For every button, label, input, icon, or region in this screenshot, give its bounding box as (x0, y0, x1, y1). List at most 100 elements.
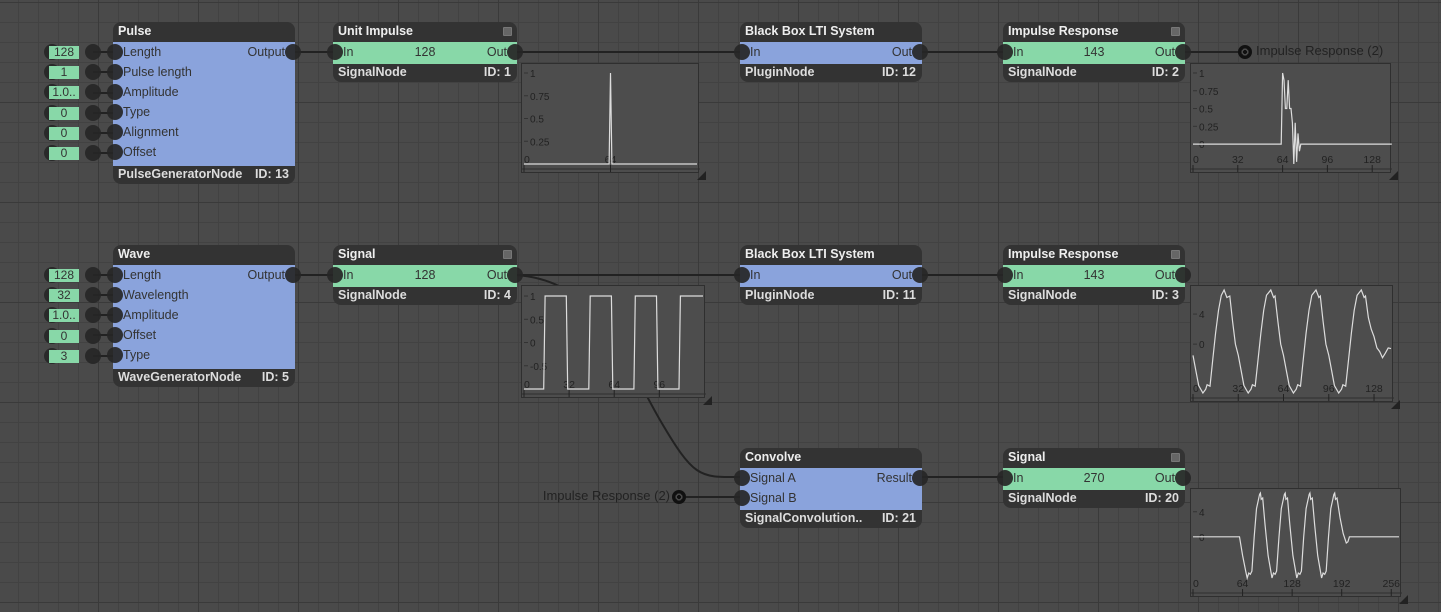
input-port[interactable] (107, 64, 123, 80)
node-footer: SignalNode ID: 2 (1003, 64, 1185, 82)
resize-handle-icon[interactable] (1391, 400, 1400, 409)
output-port[interactable] (912, 470, 928, 486)
node-impulse-response[interactable]: Impulse Response In 143 Out SignalNode ID: 3 (997, 245, 1191, 305)
output-port[interactable] (1175, 267, 1191, 283)
node-title-bar[interactable]: Signal (1003, 448, 1185, 468)
node-footer: SignalNode ID: 3 (1003, 287, 1185, 305)
input-port[interactable] (107, 144, 123, 160)
output-port[interactable] (285, 267, 301, 283)
output-port[interactable] (912, 44, 928, 60)
resize-handle-icon[interactable] (697, 171, 706, 180)
minimize-icon[interactable] (1171, 27, 1180, 36)
signal-plot: 0 4 0 32 64 96 128 (1190, 285, 1394, 402)
signal-line (524, 72, 697, 165)
value-field[interactable]: 0 (49, 329, 79, 343)
node-black-box-lti-system[interactable]: Black Box LTI System In Out PluginNode ID: 1… (734, 22, 928, 82)
output-port[interactable] (85, 327, 101, 344)
node-impulse-response[interactable]: Impulse Response In 143 Out SignalNode ID: 2 (997, 22, 1191, 82)
value-field[interactable]: 1.0.. (49, 309, 79, 323)
input-port[interactable] (107, 44, 123, 60)
input-port[interactable] (107, 287, 123, 303)
input-port[interactable] (734, 267, 750, 283)
signal-row: In 143 Out (997, 265, 1191, 287)
input-port[interactable] (734, 490, 750, 506)
input-port[interactable] (107, 104, 123, 120)
minimize-icon[interactable] (503, 250, 512, 259)
input-port[interactable] (107, 307, 123, 323)
resize-handle-icon[interactable] (1389, 171, 1398, 180)
input-label: Length (123, 268, 162, 282)
output-port[interactable] (85, 287, 101, 304)
y-tick-label: 0.75 (530, 92, 550, 103)
node-title-bar[interactable]: Signal (333, 245, 517, 265)
node-pulse[interactable]: Pulse Length Output Pulse length Amplitude Ty… (107, 22, 301, 184)
input-port[interactable] (107, 347, 123, 363)
resize-handle-icon[interactable] (703, 396, 712, 405)
y-tick-label: 0.5 (530, 115, 544, 126)
output-port[interactable] (285, 44, 301, 60)
output-port[interactable] (85, 84, 101, 101)
output-port[interactable] (507, 44, 523, 60)
output-port[interactable] (85, 307, 101, 324)
target-icon[interactable] (1238, 45, 1252, 59)
output-port[interactable] (85, 347, 101, 364)
node-unit-impulse[interactable]: Unit Impulse In 128 Out SignalNode ID: 1 (327, 22, 523, 82)
input-port[interactable] (107, 124, 123, 140)
resize-handle-icon[interactable] (1399, 595, 1408, 604)
node-title-bar[interactable]: Convolve (740, 448, 922, 468)
output-port[interactable] (507, 267, 523, 283)
minimize-icon[interactable] (1171, 453, 1180, 462)
value-field[interactable]: 0 (49, 147, 79, 160)
x-tick-label: 96 (1323, 383, 1335, 395)
input-label: In (750, 268, 761, 282)
node-id: ID: 21 (881, 511, 916, 525)
output-port[interactable] (1175, 470, 1191, 486)
output-port[interactable] (85, 267, 101, 283)
node-title-bar[interactable]: Black Box LTI System (740, 22, 922, 42)
output-port[interactable] (85, 104, 101, 121)
node-wave[interactable]: Wave Length Output Wavelength Amplitude Offse… (107, 245, 301, 387)
signal-line (524, 295, 703, 390)
node-black-box-lti-system[interactable]: Black Box LTI System In Out PluginNode ID: 1… (734, 245, 928, 305)
value-field[interactable]: 128 (49, 46, 79, 59)
node-title-bar[interactable]: Black Box LTI System (740, 245, 922, 265)
plot-svg: 0 4 0 64 128 192 256 (1191, 491, 1402, 596)
value-field[interactable]: 1 (49, 66, 79, 80)
node-body: Signal A Result Signal B (734, 468, 928, 510)
node-body: In Out (734, 42, 928, 64)
node-body: In 128 Out (327, 265, 523, 287)
input-port[interactable] (107, 327, 123, 343)
input-row: Amplitude (107, 305, 295, 325)
output-port[interactable] (85, 145, 101, 161)
output-port[interactable] (85, 124, 101, 141)
value-field[interactable]: 128 (49, 269, 79, 282)
value-field[interactable]: 0 (49, 106, 79, 120)
node-signal[interactable]: Signal In 270 Out SignalNode ID: 20 (997, 448, 1191, 508)
value-field[interactable]: 3 (49, 349, 79, 363)
node-title-bar[interactable]: Pulse (113, 22, 295, 42)
minimize-icon[interactable] (1171, 250, 1180, 259)
output-port[interactable] (912, 267, 928, 283)
input-port[interactable] (107, 84, 123, 100)
target-icon[interactable] (672, 490, 686, 504)
output-port[interactable] (85, 64, 101, 81)
output-label: Out (486, 268, 507, 282)
value-field[interactable]: 1.0.. (49, 86, 79, 100)
value-field[interactable]: 32 (49, 289, 79, 303)
input-port[interactable] (107, 267, 123, 283)
node-title-bar[interactable]: Unit Impulse (333, 22, 517, 42)
value-field[interactable]: 0 (49, 126, 79, 140)
x-tick-label: 0 (1193, 154, 1199, 166)
node-body: Length Output Wavelength Amplitude Offset Typ… (107, 265, 301, 369)
minimize-icon[interactable] (503, 27, 512, 36)
node-title-bar[interactable]: Impulse Response (1003, 245, 1185, 265)
output-port[interactable] (1175, 44, 1191, 60)
output-port[interactable] (85, 44, 101, 60)
node-title-bar[interactable]: Wave (113, 245, 295, 265)
node-convolve[interactable]: Convolve Signal A Result Signal B SignalConv… (734, 448, 928, 528)
input-label: Offset (123, 145, 157, 159)
node-signal[interactable]: Signal In 128 Out SignalNode ID: 4 (327, 245, 523, 305)
input-port[interactable] (734, 470, 750, 486)
node-title-bar[interactable]: Impulse Response (1003, 22, 1185, 42)
input-port[interactable] (734, 44, 750, 60)
